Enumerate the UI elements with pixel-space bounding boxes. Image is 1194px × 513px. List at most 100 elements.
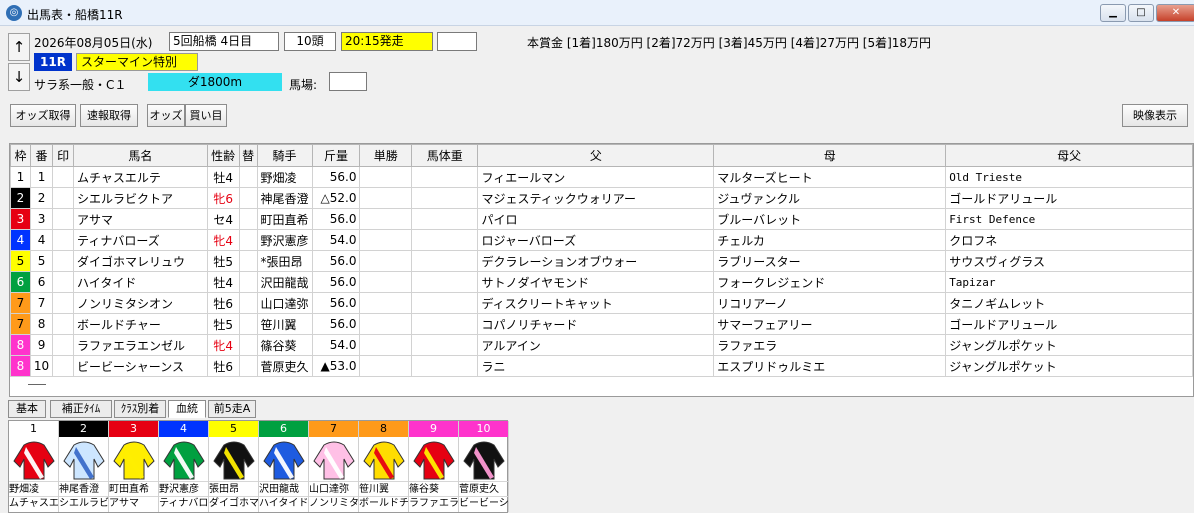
odds-button[interactable]: オッズ: [147, 104, 185, 127]
col-header-change[interactable]: 替: [238, 144, 258, 167]
table-row[interactable]: 4 4 ティナバローズ 牝4 野沢憲彦 54.0 ロジャーバローズ チェルカ クロフネ: [10, 229, 1193, 251]
mark-cell[interactable]: [52, 313, 75, 335]
silk-number: 8: [359, 421, 408, 437]
silk-jockey: 町田直希: [109, 481, 158, 496]
silk-card[interactable]: 5 張田昂 ダイゴホマ: [209, 421, 259, 512]
dam-name: ラファエラ: [713, 334, 947, 356]
silk-card[interactable]: 9 篠谷葵 ラファエラ: [409, 421, 459, 512]
table-row[interactable]: 6 6 ハイタイド 牡4 沢田龍哉 56.0 サトノダイヤモンド フォークレジェンド Tapiz…: [10, 271, 1193, 293]
silk-number: 7: [309, 421, 358, 437]
dam-name: リコリアーノ: [713, 292, 947, 314]
mark-cell[interactable]: [52, 208, 75, 230]
horse-number: 7: [29, 292, 54, 314]
tab-corrected-time[interactable]: 補正ﾀｲﾑ: [50, 400, 112, 418]
empty-row: [11, 377, 1193, 397]
maximize-button[interactable]: □: [1128, 4, 1154, 22]
change-flag: [238, 334, 258, 356]
table-row[interactable]: 8 9 ラファエラエンゼル 牝4 篠谷葵 54.0 アルアイン ラファエラ ジャングルポケット: [10, 334, 1193, 356]
waku: 8: [10, 334, 31, 356]
mark-cell[interactable]: [52, 250, 75, 272]
silk-card[interactable]: 3 町田直希 アサマ: [109, 421, 159, 512]
row-separator: [28, 384, 46, 385]
jockey-name: 山口達弥: [256, 292, 313, 314]
sex-age: 牡4: [206, 166, 240, 188]
tab-class-results[interactable]: ｸﾗｽ別着: [114, 400, 166, 418]
tab-last5[interactable]: 前5走A: [208, 400, 256, 418]
heads-box: 10頭: [284, 32, 336, 51]
entry-table: 枠 番 印 馬名 性齢 替 騎手 斤量 単勝 馬体重 父 母 母父 1 1 ムチャス…: [9, 143, 1194, 397]
sokuho-fetch-button[interactable]: 速報取得: [80, 104, 138, 127]
video-button[interactable]: 映像表示: [1122, 104, 1188, 127]
prev-race-button[interactable]: ↑: [8, 33, 30, 61]
mark-cell[interactable]: [52, 187, 75, 209]
col-header-dam[interactable]: 母: [713, 144, 947, 167]
waku: 3: [10, 208, 31, 230]
mark-cell[interactable]: [52, 271, 75, 293]
dam-name: ラブリースター: [713, 250, 947, 272]
silk-horse: シエルラビ: [59, 496, 108, 509]
table-row[interactable]: 5 5 ダイゴホマレリュウ 牡5 *張田昂 56.0 デクラレーションオブウォー ラブリースタ…: [10, 250, 1193, 272]
body-weight: [410, 313, 479, 335]
col-header-odds[interactable]: 単勝: [359, 144, 412, 167]
sire-name: ラニ: [477, 355, 715, 377]
silk-card[interactable]: 1 野畑凌 ムチャスエ: [9, 421, 59, 512]
silk-card[interactable]: 10 菅原吏久 ビービーシ: [459, 421, 509, 512]
col-header-sire[interactable]: 父: [477, 144, 715, 167]
sex-age: 牡6: [206, 355, 240, 377]
col-header-number[interactable]: 番: [29, 144, 54, 167]
col-header-mark[interactable]: 印: [52, 144, 75, 167]
damsire-name: ゴールドアリュール: [945, 187, 1193, 209]
jockey-name: 篠谷葵: [256, 334, 313, 356]
silk-card[interactable]: 7 山口達弥 ノンリミタ: [309, 421, 359, 512]
silk-card[interactable]: 6 沢田龍哉 ハイタイド: [259, 421, 309, 512]
tab-pedigree[interactable]: 血統: [168, 400, 206, 418]
silk-card[interactable]: 4 野沢憲彦 ティナバロ: [159, 421, 209, 512]
col-header-weight[interactable]: 斤量: [311, 144, 361, 167]
close-button[interactable]: ✕: [1156, 4, 1194, 22]
win-odds: [359, 250, 412, 272]
waku: 6: [10, 271, 31, 293]
mark-cell[interactable]: [52, 292, 75, 314]
table-row[interactable]: 7 8 ボールドチャー 牡5 笹川翼 56.0 コパノリチャード サマーフェアリー ゴールドアリ…: [10, 313, 1193, 335]
col-header-waku[interactable]: 枠: [10, 144, 31, 167]
post-time-box: 20:15発走: [341, 32, 433, 51]
kaime-button[interactable]: 買い目: [185, 104, 227, 127]
mark-cell[interactable]: [52, 166, 75, 188]
body-weight: [410, 334, 479, 356]
title-bar: ◎ 出馬表・船橋11R ▁ □ ✕: [0, 0, 1194, 26]
jockey-name: 野畑凌: [256, 166, 313, 188]
col-header-body-weight[interactable]: 馬体重: [410, 144, 479, 167]
col-header-jockey[interactable]: 騎手: [256, 144, 313, 167]
silk-number: 10: [459, 421, 508, 437]
race-name: スターマイン特別: [76, 53, 198, 71]
mark-cell[interactable]: [52, 229, 75, 251]
odds-fetch-button[interactable]: オッズ取得: [10, 104, 76, 127]
silk-card[interactable]: 2 神尾香澄 シエルラビ: [59, 421, 109, 512]
jockey-name: 町田直希: [256, 208, 313, 230]
mark-cell[interactable]: [52, 334, 75, 356]
prize-money: 本賞金 [1着]180万円 [2着]72万円 [3着]45万円 [4着]27万円…: [527, 36, 932, 50]
waku: 7: [10, 313, 31, 335]
next-race-button[interactable]: ↓: [8, 63, 30, 91]
mark-cell[interactable]: [52, 355, 75, 377]
table-row[interactable]: 2 2 シエルラビクトア 牝6 神尾香澄 △52.0 マジェスティックウォリアー ジュヴァンク…: [10, 187, 1193, 209]
table-row[interactable]: 3 3 アサマ セ4 町田直希 56.0 パイロ ブルーバレット First Defence: [10, 208, 1193, 230]
sex-age: 牡4: [206, 271, 240, 293]
table-row[interactable]: 1 1 ムチャスエルテ 牡4 野畑凌 56.0 フィエールマン マルターズヒート Old Tri…: [10, 166, 1193, 188]
carried-weight: 56.0: [311, 250, 361, 272]
col-header-horse[interactable]: 馬名: [73, 144, 208, 167]
change-flag: [238, 313, 258, 335]
silk-jockey: 沢田龍哉: [259, 481, 308, 496]
silk-card[interactable]: 8 笹川翼 ボールドチ: [359, 421, 409, 512]
col-header-sex-age[interactable]: 性齢: [206, 144, 240, 167]
going-value: [329, 72, 367, 91]
col-header-damsire[interactable]: 母父: [945, 144, 1193, 167]
table-row[interactable]: 8 10 ビービーシャーンス 牡6 菅原吏久 ▲53.0 ラニ エスプリドゥルミエ ジャングルポ…: [10, 355, 1193, 377]
sire-name: ロジャーバローズ: [477, 229, 715, 251]
jockey-name: 沢田龍哉: [256, 271, 313, 293]
tab-basic[interactable]: 基本: [8, 400, 46, 418]
minimize-button[interactable]: ▁: [1100, 4, 1126, 22]
horse-name: ダイゴホマレリュウ: [73, 250, 208, 272]
table-row[interactable]: 7 7 ノンリミタシオン 牡6 山口達弥 56.0 ディスクリートキャット リコリアーノ タニノ…: [10, 292, 1193, 314]
horse-name: ムチャスエルテ: [73, 166, 208, 188]
